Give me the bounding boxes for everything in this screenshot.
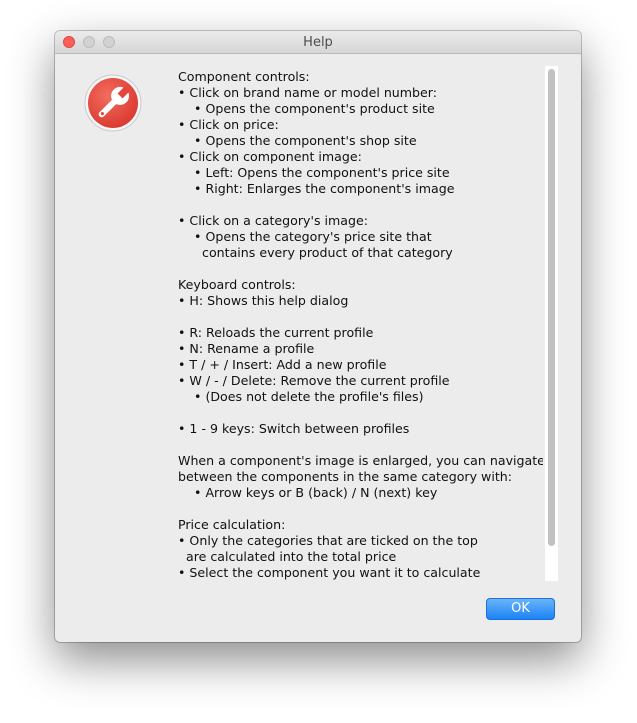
help-line: • (Does not delete the profile's files) [178, 389, 424, 404]
help-line: • Click on price: [178, 117, 279, 132]
help-line: between the components in the same categ… [178, 469, 513, 484]
help-line: When a component's image is enlarged, yo… [178, 453, 543, 468]
help-line [178, 197, 543, 213]
window-title: Help [303, 35, 333, 50]
ok-button[interactable]: OK [486, 598, 555, 620]
wrench-icon [84, 74, 142, 132]
title-bar[interactable]: Help [55, 31, 581, 54]
help-line: • H: Shows this help dialog [178, 293, 349, 308]
help-line [178, 437, 543, 453]
help-line: • Arrow keys or B (back) / N (next) key [178, 485, 438, 500]
help-line: • Left: Opens the component's price site [178, 165, 450, 180]
help-text-area[interactable]: Component controls: • Click on brand name… [178, 69, 543, 581]
help-line: • Only the categories that are ticked on… [178, 533, 478, 548]
help-line: • Click on a category's image: [178, 213, 369, 228]
help-dialog: Help Component controls: • Click on brand… [55, 31, 581, 642]
help-line: • 1 - 9 keys: Switch between profiles [178, 421, 410, 436]
help-line: • R: Reloads the current profile [178, 325, 374, 340]
help-line: • Click on component image: [178, 149, 362, 164]
help-line: Price calculation: [178, 517, 286, 532]
help-line: • W / - / Delete: Remove the current pro… [178, 373, 450, 388]
help-line: contains every product of that category [178, 245, 453, 260]
help-line: Keyboard controls: [178, 277, 296, 292]
help-line [178, 405, 543, 421]
vertical-scrollbar[interactable] [545, 66, 558, 581]
help-line [178, 309, 543, 325]
help-line: • Click on brand name or model number: [178, 85, 437, 100]
help-line [178, 501, 543, 517]
help-line: • Opens the component's product site [178, 101, 435, 116]
scrollbar-thumb[interactable] [548, 69, 555, 546]
help-line: are calculated into the total price [178, 549, 397, 564]
help-line: • Right: Enlarges the component's image [178, 181, 455, 196]
help-line [178, 261, 543, 277]
help-line: Component controls: [178, 69, 310, 84]
help-line: • Opens the component's shop site [178, 133, 417, 148]
help-line: • Opens the category's price site that [178, 229, 432, 244]
help-line: • N: Rename a profile [178, 341, 315, 356]
help-line: • T / + / Insert: Add a new profile [178, 357, 387, 372]
help-line: • Select the component you want it to ca… [178, 565, 481, 580]
